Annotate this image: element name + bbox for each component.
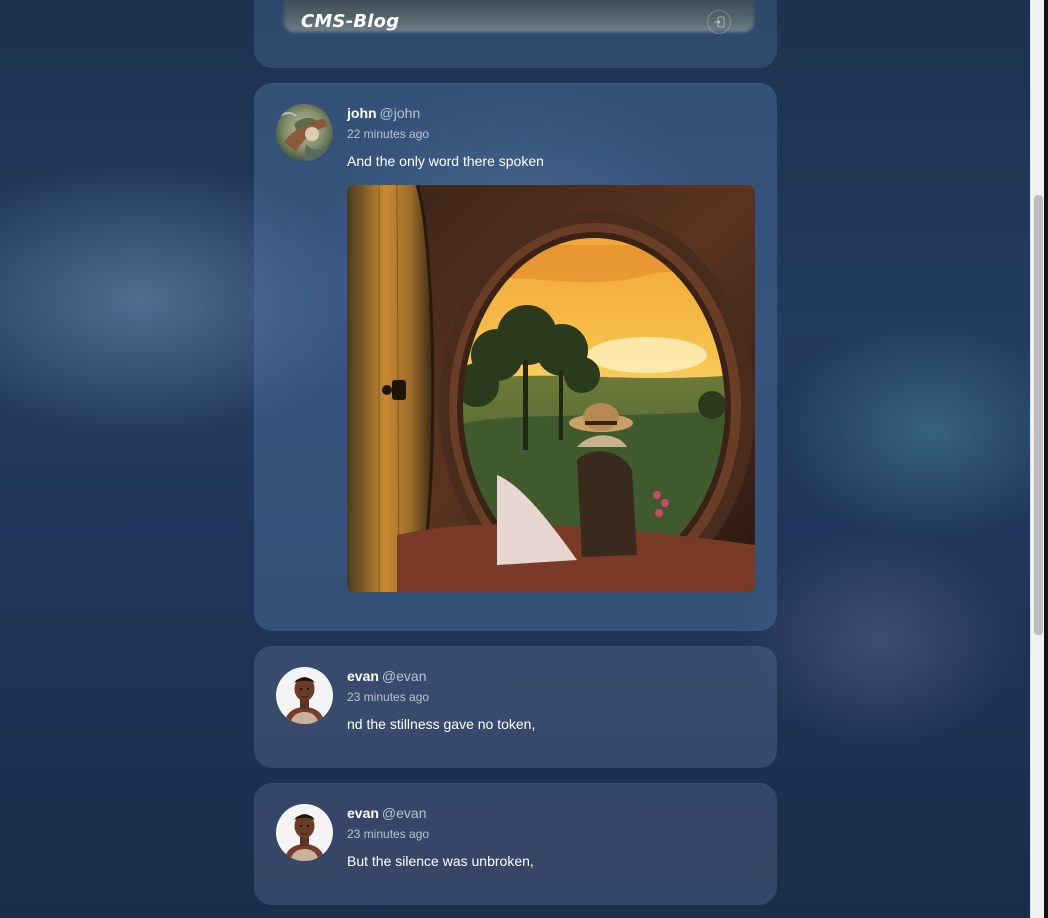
- post-timestamp: 23 minutes ago: [347, 690, 430, 704]
- avatar-john-icon: [276, 104, 333, 161]
- user-avatar[interactable]: [276, 804, 333, 861]
- window-edge: [1044, 0, 1048, 918]
- author-handle[interactable]: @evan: [382, 805, 427, 821]
- author-name[interactable]: john: [347, 105, 377, 121]
- post-card[interactable]: evan @evan 23 minutes ago But the silence…: [254, 783, 777, 905]
- author-handle[interactable]: @evan: [382, 668, 427, 684]
- author-line: john @john: [347, 105, 757, 122]
- avatar-evan-icon: [276, 804, 333, 861]
- post-timestamp: 23 minutes ago: [347, 827, 430, 841]
- post-card[interactable]: john @john 22 minutes ago And the only wo…: [254, 83, 777, 631]
- author-line: evan @evan: [347, 668, 757, 685]
- app-logo[interactable]: CMS-Blog: [301, 11, 399, 32]
- author-line: evan @evan: [347, 805, 757, 822]
- post-text: But the silence was unbroken,: [347, 853, 534, 869]
- hobbit-door-sunset-image: [347, 185, 755, 592]
- page-scrollbar[interactable]: [1030, 0, 1045, 918]
- author-name[interactable]: evan: [347, 805, 379, 821]
- scrollbar-thumb[interactable]: [1034, 195, 1043, 635]
- app-header: CMS-Blog: [254, 0, 777, 44]
- author-handle[interactable]: @john: [380, 105, 421, 121]
- user-avatar[interactable]: [276, 104, 333, 161]
- post-meta: evan @evan 23 minutes ago But the silence…: [347, 805, 757, 870]
- login-icon: [714, 16, 725, 28]
- post-image[interactable]: [347, 185, 755, 592]
- post-text: And the only word there spoken: [347, 153, 544, 169]
- post-meta: john @john 22 minutes ago And the only wo…: [347, 105, 757, 170]
- avatar-evan-icon: [276, 667, 333, 724]
- post-text: nd the stillness gave no token,: [347, 716, 536, 732]
- user-avatar[interactable]: [276, 667, 333, 724]
- post-timestamp: 22 minutes ago: [347, 127, 430, 141]
- login-button[interactable]: [707, 10, 731, 34]
- author-name[interactable]: evan: [347, 668, 379, 684]
- post-card[interactable]: evan @evan 23 minutes ago nd the stillnes…: [254, 646, 777, 768]
- post-meta: evan @evan 23 minutes ago nd the stillnes…: [347, 668, 757, 733]
